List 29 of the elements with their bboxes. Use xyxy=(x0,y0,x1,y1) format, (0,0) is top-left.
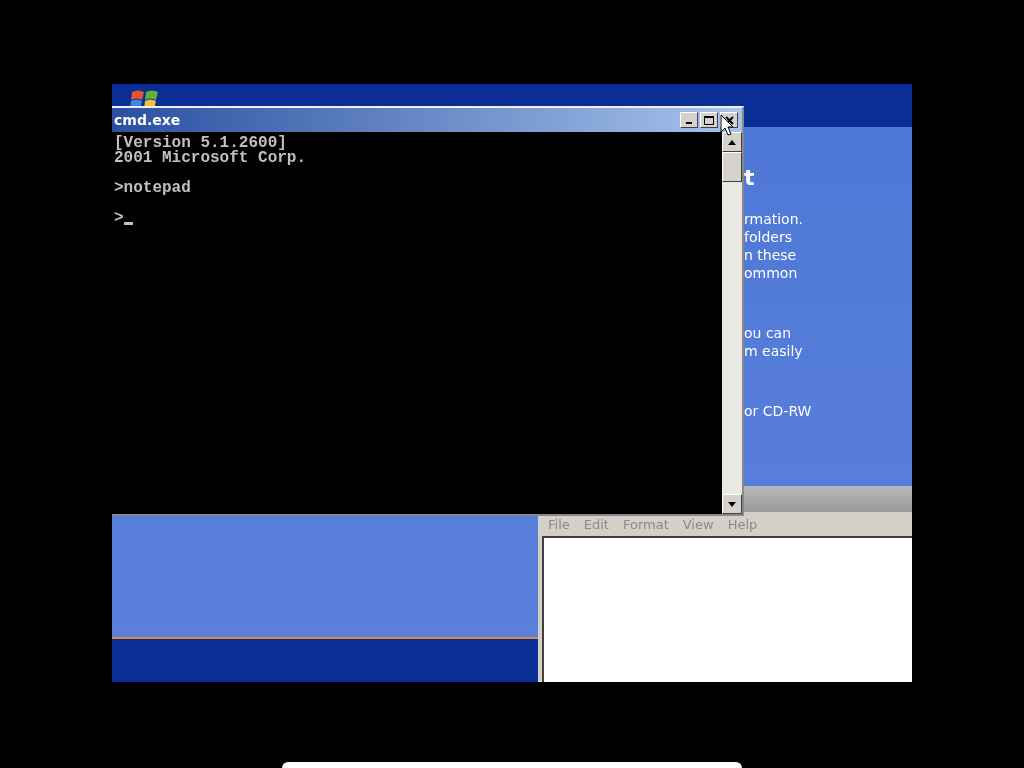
maximize-button[interactable] xyxy=(700,112,718,128)
menu-item[interactable]: Edit xyxy=(583,516,609,532)
welcome-text: n these xyxy=(744,246,798,264)
menu-item[interactable]: Format xyxy=(622,516,669,532)
menu-item[interactable]: Help xyxy=(727,516,758,532)
welcome-text: rmation. xyxy=(744,210,804,228)
welcome-heading: t xyxy=(744,165,756,190)
window-title: cmd.exe xyxy=(114,112,181,128)
console-line: > xyxy=(114,211,722,226)
console-line: >notepad xyxy=(114,181,192,196)
down-arrow-icon xyxy=(728,501,736,507)
welcome-text: or CD-RW xyxy=(744,402,812,420)
scroll-down-button[interactable] xyxy=(722,494,742,514)
text-cursor xyxy=(123,222,133,225)
welcome-text: folders xyxy=(744,228,793,246)
scroll-up-button[interactable] xyxy=(722,132,742,152)
menu-item[interactable]: View xyxy=(682,516,714,532)
maximize-icon xyxy=(704,115,714,125)
close-icon xyxy=(724,115,734,125)
scrollbar[interactable] xyxy=(722,132,742,514)
console-line: 2001 Microsoft Corp. xyxy=(114,151,308,166)
welcome-text: m easily xyxy=(744,342,804,360)
welcome-text: ou can xyxy=(744,324,793,342)
welcome-text: ommon xyxy=(744,264,799,282)
minimize-button[interactable] xyxy=(680,112,698,128)
up-arrow-icon xyxy=(728,139,736,145)
scroll-thumb[interactable] xyxy=(722,152,742,182)
menu-item[interactable]: File xyxy=(548,516,570,532)
console-line: [Version 5.1.2600] xyxy=(114,136,287,151)
